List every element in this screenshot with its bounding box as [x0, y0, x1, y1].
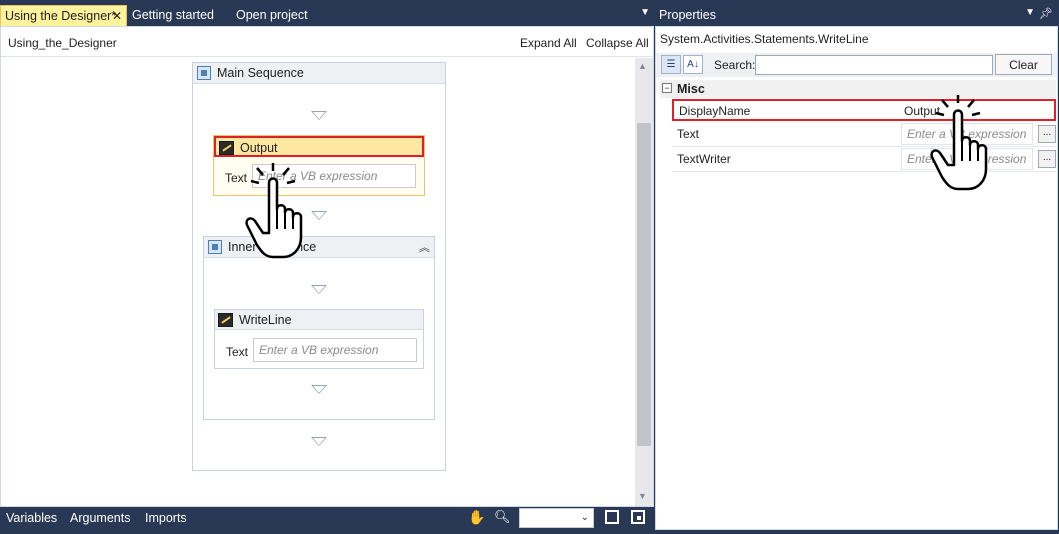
collapse-toggle-icon[interactable]: −: [662, 83, 672, 93]
tab-open-project[interactable]: Open project: [232, 5, 322, 26]
writeline-icon: [218, 313, 233, 327]
drop-target-arrow-icon[interactable]: [311, 385, 327, 394]
property-name: TextWriter: [677, 152, 731, 166]
search-label: Search:: [714, 58, 756, 72]
tab-label: Open project: [236, 8, 308, 22]
drop-target-arrow-icon[interactable]: [311, 211, 327, 220]
drop-target-arrow-icon[interactable]: [311, 437, 327, 446]
category-name: Misc: [677, 82, 705, 96]
arguments-tab[interactable]: Arguments: [70, 511, 130, 525]
inner-sequence-header[interactable]: Inner Sequence ︽: [204, 237, 434, 258]
sort-alphabetical-icon[interactable]: A↓: [683, 55, 703, 74]
collapse-all-button[interactable]: Collapse All: [586, 36, 649, 50]
main-sequence[interactable]: Main Sequence Output Text Inner Sequence…: [192, 62, 446, 471]
inner-sequence[interactable]: Inner Sequence ︽ WriteLine Text: [203, 236, 435, 420]
property-row-displayname[interactable]: DisplayName Output: [672, 99, 1056, 121]
text-label: Text: [226, 345, 249, 359]
properties-panel: System.Activities.Statements.WriteLine ☰…: [655, 26, 1058, 530]
close-icon[interactable]: ✕: [112, 6, 122, 27]
scrollbar-thumb[interactable]: [637, 123, 651, 446]
categorized-view-icon[interactable]: ☰: [661, 55, 681, 74]
writeline-activity-title: WriteLine: [239, 313, 292, 327]
breadcrumb-bar: Using_the_Designer Expand All Collapse A…: [1, 27, 653, 57]
property-row-text[interactable]: Text ...: [672, 122, 1056, 147]
tab-dropdown-icon[interactable]: ▼: [640, 7, 650, 18]
writeline-activity[interactable]: WriteLine Text: [214, 309, 424, 369]
property-name: DisplayName: [679, 104, 751, 118]
selected-activity-type: System.Activities.Statements.WriteLine: [660, 32, 869, 46]
pan-hand-icon[interactable]: ✋: [468, 509, 485, 526]
fit-to-screen-icon[interactable]: [605, 510, 619, 524]
property-row-textwriter[interactable]: TextWriter ...: [672, 147, 1056, 172]
clear-button[interactable]: Clear: [995, 54, 1052, 75]
writeline-text-input[interactable]: [253, 338, 417, 362]
panel-dropdown-icon[interactable]: ▼: [1025, 7, 1035, 18]
output-activity-header[interactable]: Output: [214, 136, 424, 157]
sequence-icon: [197, 66, 211, 80]
ellipsis-button[interactable]: ...: [1038, 150, 1056, 168]
output-activity-title[interactable]: Output: [240, 141, 278, 155]
sequence-icon: [208, 240, 222, 254]
scroll-down-icon[interactable]: ▼: [638, 491, 647, 501]
zoom-magnifier-icon[interactable]: 🔍︎: [494, 509, 511, 525]
properties-title: Properties: [659, 8, 716, 22]
zoom-dropdown[interactable]: ⌄: [519, 508, 594, 528]
property-name: Text: [677, 127, 700, 141]
tab-using-the-designer[interactable]: Using the Designer* ✕: [0, 5, 127, 26]
tab-getting-started[interactable]: Getting started: [128, 5, 230, 26]
pointer-hand-icon: [930, 95, 988, 191]
writeline-icon: [219, 141, 234, 155]
window-bottom-edge: [0, 530, 1059, 534]
main-sequence-title: Main Sequence: [217, 66, 304, 80]
workflow-designer: Using_the_Designer Expand All Collapse A…: [0, 26, 654, 507]
vertical-scrollbar[interactable]: ▲ ▼: [635, 58, 653, 506]
drop-target-arrow-icon[interactable]: [311, 285, 327, 294]
properties-toolbar: ☰ A↓ Search: Clear: [656, 53, 1057, 77]
search-input[interactable]: [755, 55, 993, 75]
collapse-chevron-icon[interactable]: ︽: [419, 239, 430, 255]
designer-bottom-bar: Variables Arguments Imports ✋ 🔍︎ ⌄: [0, 507, 654, 530]
designer-canvas[interactable]: Main Sequence Output Text Inner Sequence…: [1, 58, 635, 506]
expand-all-button[interactable]: Expand All: [520, 36, 577, 50]
main-sequence-header[interactable]: Main Sequence: [193, 63, 445, 84]
tab-label: Using the Designer*: [5, 9, 117, 23]
imports-tab[interactable]: Imports: [145, 511, 187, 525]
overview-map-icon[interactable]: [631, 510, 645, 524]
tab-label: Getting started: [132, 8, 214, 22]
variables-tab[interactable]: Variables: [6, 511, 57, 525]
chevron-down-icon: ⌄: [580, 512, 589, 523]
scroll-up-icon[interactable]: ▲: [638, 61, 647, 71]
pointer-hand-icon: [245, 163, 303, 259]
pin-icon[interactable]: 📌︎: [1039, 7, 1053, 20]
ellipsis-button[interactable]: ...: [1038, 125, 1056, 143]
writeline-activity-header[interactable]: WriteLine: [215, 310, 423, 330]
drop-target-arrow-icon[interactable]: [311, 111, 327, 120]
document-tab-bar: Using the Designer* ✕ Getting started Op…: [0, 5, 654, 26]
properties-title-bar: Properties ▼ 📌︎: [655, 5, 1059, 25]
breadcrumb[interactable]: Using_the_Designer: [8, 36, 117, 50]
